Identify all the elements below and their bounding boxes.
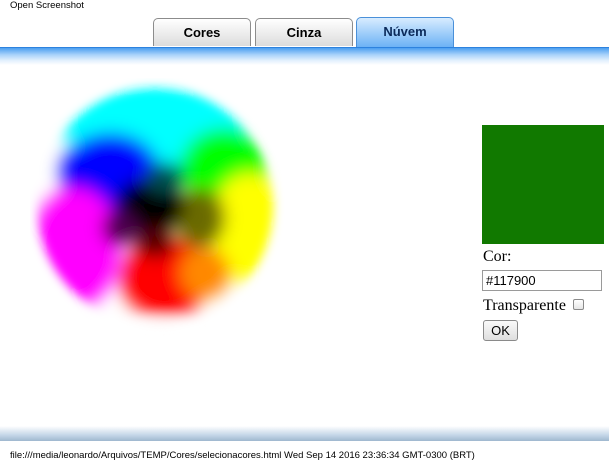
selected-color-swatch (482, 125, 604, 244)
page-footer-url: file:///media/leonardo/Arquivos/TEMP/Cor… (10, 450, 475, 461)
bottom-band (0, 426, 609, 441)
transparent-checkbox[interactable] (573, 299, 584, 310)
color-cloud-svg[interactable] (30, 78, 290, 338)
ok-button[interactable]: OK (483, 320, 518, 341)
cor-label: Cor: (483, 248, 512, 265)
tab-cores[interactable]: Cores (153, 18, 251, 46)
color-cloud-wheel[interactable] (30, 78, 290, 338)
tab-cinza[interactable]: Cinza (255, 18, 353, 46)
tab-nuvem[interactable]: Núvem (356, 17, 454, 47)
page-header-title: Open Screenshot (10, 0, 84, 11)
hex-color-input[interactable] (482, 270, 602, 291)
tab-bar: Cores Cinza Núvem (0, 17, 609, 48)
tab-band (0, 47, 609, 65)
transparent-label: Transparente (483, 297, 566, 314)
